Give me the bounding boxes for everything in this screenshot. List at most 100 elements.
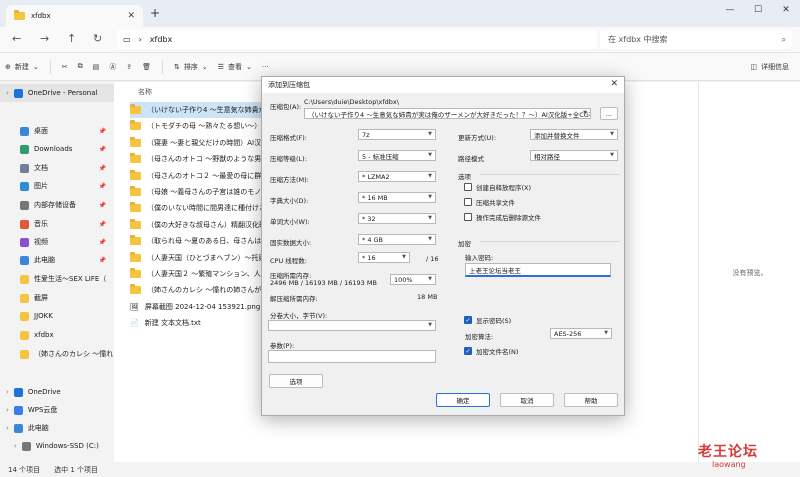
dictionary-value: * 16 MB — [362, 193, 388, 202]
chevron-right-icon[interactable]: › — [6, 388, 9, 396]
ok-button[interactable]: 确定 — [436, 393, 490, 407]
update-mode-select[interactable]: 添加并替换文件 ▼ — [530, 129, 618, 140]
breadcrumb[interactable]: xfdbx — [150, 35, 172, 44]
up-arrow-icon[interactable]: ↑ — [67, 32, 76, 45]
new-tab-button[interactable]: + — [150, 6, 160, 20]
close-window-button[interactable]: ✕ — [772, 0, 800, 20]
solid-size-select[interactable]: * 4 GB ▼ — [358, 234, 436, 245]
cancel-button[interactable]: 取消 — [500, 393, 554, 407]
sidebar-item-pictures[interactable]: 图片 📌 — [0, 177, 114, 195]
sidebar-item-videos[interactable]: 视频 📌 — [0, 233, 114, 251]
sidebar-item-wps-cloud[interactable]: › WPS云盘 — [0, 401, 114, 419]
tab-xfdbx[interactable]: xfdbx ✕ — [6, 5, 143, 27]
sidebar-item-label: OneDrive — [27, 388, 61, 396]
sidebar-item-this-pc-2[interactable]: › 此电脑 — [0, 419, 114, 437]
sidebar-item-folder-sex-life[interactable]: 性爱生活～SEX LIFE（ — [0, 270, 114, 288]
parameters-input[interactable] — [268, 350, 436, 363]
chevron-right-icon[interactable]: › — [6, 424, 9, 432]
file-name: （母さんのオトコ ～野獣のような男に — [147, 155, 269, 164]
help-button[interactable]: 帮助 — [564, 393, 618, 407]
sidebar-item-desktop[interactable]: 桌面 📌 — [0, 122, 114, 140]
dictionary-select[interactable]: * 16 MB ▼ — [358, 192, 436, 203]
browse-button[interactable]: ... — [600, 107, 618, 120]
details-button[interactable]: ◫ 详细信息 — [745, 57, 794, 77]
new-button[interactable]: ⊕ 新建 ⌄ — [0, 57, 44, 77]
shared-files-checkbox[interactable]: 压缩共享文件 — [464, 197, 515, 207]
maximize-button[interactable]: ☐ — [744, 0, 772, 20]
folder-icon — [20, 330, 29, 340]
sidebar-item-xfdbx[interactable]: xfdbx — [0, 326, 114, 344]
sidebar-item-label: 音乐 — [34, 220, 48, 228]
divider — [480, 174, 620, 175]
more-options-button[interactable]: ··· — [257, 57, 274, 77]
chevron-right-icon[interactable]: › — [6, 406, 9, 414]
sort-button[interactable]: ⇅ 排序 ⌄ — [169, 57, 213, 77]
options-button[interactable]: 选项 — [269, 374, 323, 388]
folder-icon — [14, 10, 25, 20]
sidebar-item-windows-ssd[interactable]: › Windows-SSD (C:) — [0, 437, 114, 455]
file-row[interactable]: （僕のいない時間に間男達に種付けさ — [130, 200, 280, 216]
split-size-select[interactable]: ▼ — [268, 320, 436, 331]
file-row[interactable]: （母さんのオトコ ～野獣のような男に — [130, 151, 280, 167]
rename-button[interactable]: Ⓐ — [104, 57, 121, 77]
back-arrow-icon[interactable]: ← — [12, 32, 21, 45]
file-row[interactable]: （取られ母 ～夏のある日、母さんは — [130, 233, 280, 249]
file-row[interactable]: （トモダチの母 ～熟々たる想い～）AI — [130, 118, 280, 134]
refresh-icon[interactable]: ↻ — [93, 32, 102, 45]
chevron-right-icon[interactable]: › — [14, 442, 17, 450]
archive-name-field[interactable]: （いけない子作り4 ～生意気な姉貴が実は俺のザーメンが大好きだった！？～）AI汉… — [304, 108, 591, 119]
cut-button[interactable]: ✂ — [57, 57, 73, 77]
method-select[interactable]: * LZMA2 ▼ — [358, 171, 436, 182]
format-select[interactable]: 7z ▼ — [358, 129, 436, 140]
sidebar-item-onedrive[interactable]: › OneDrive — [0, 383, 114, 401]
memory-percent-select[interactable]: 100% ▼ — [390, 274, 436, 285]
encrypt-names-checkbox[interactable]: ✓ 加密文件名(N) — [464, 346, 518, 356]
sidebar-item-music[interactable]: 音乐 📌 — [0, 215, 114, 233]
share-button[interactable]: ⇪ — [121, 57, 137, 77]
sidebar-item-label: （姉さんのカレシ ～憧れ — [34, 350, 114, 358]
sidebar-item-onedrive-personal[interactable]: › OneDrive - Personal — [0, 84, 114, 102]
file-row[interactable]: （人妻天国２ ～繁殖マンション、人妻 — [130, 266, 280, 282]
file-row[interactable]: （人妻天国（ひとづまヘブン）～托卵 — [130, 250, 280, 266]
level-select[interactable]: 5 - 标准压缩 ▼ — [358, 150, 436, 161]
sidebar-item-internal-storage[interactable]: 内部存储设备 📌 — [0, 196, 114, 214]
sfx-checkbox[interactable]: 创建自释放程序(X) — [464, 182, 531, 192]
word-size-select[interactable]: * 32 ▼ — [358, 213, 436, 224]
delete-button[interactable]: 🗑 — [137, 57, 156, 77]
copy-button[interactable]: ⧉ — [73, 57, 88, 77]
file-row[interactable]: （母さんのオトコ２ ～最愛の母に群が — [130, 168, 280, 184]
delete-after-checkbox[interactable]: 操作完成后删除源文件 — [464, 212, 541, 222]
sidebar-item-downloads[interactable]: Downloads 📌 — [0, 140, 114, 158]
view-button[interactable]: ☰ 查看 ⌄ — [213, 57, 257, 77]
column-header-name[interactable]: 名称 — [138, 87, 152, 97]
file-row[interactable]: 🖼 屏幕截图 2024-12-04 153921.png — [130, 299, 280, 315]
encryption-method-select[interactable]: AES-256 ▼ — [550, 328, 612, 339]
search-placeholder: 在 xfdbx 中搜索 — [608, 35, 668, 44]
password-input[interactable]: 上老王论坛当老王 — [465, 263, 611, 277]
preview-pane: 没有预览。 — [698, 82, 800, 462]
sidebar-item-folder-kareshi[interactable]: （姉さんのカレシ ～憧れ — [0, 345, 114, 363]
dialog-close-icon[interactable]: ✕ — [610, 79, 618, 89]
forward-arrow-icon[interactable]: → — [40, 32, 49, 45]
tab-close-icon[interactable]: ✕ — [127, 11, 135, 21]
pin-icon: 📌 — [98, 127, 106, 135]
path-mode-select[interactable]: 相对路径 ▼ — [530, 150, 618, 161]
file-row[interactable]: （母娘 ～義母さんの子宮は誰のモノ？ — [130, 184, 280, 200]
new-label: 新建 — [14, 62, 29, 71]
address-bar[interactable]: ▭ › xfdbx — [117, 30, 597, 49]
sidebar-item-screenshots[interactable]: 截屏 — [0, 289, 114, 307]
file-row[interactable]: （いけない子作り4 ～生意気な姉貴が — [130, 102, 280, 118]
paste-button[interactable]: ▤ — [88, 57, 105, 77]
file-row[interactable]: （寝妻 ～妻と親父だけの時間）AI汉化 — [130, 135, 280, 151]
file-row[interactable]: （僕の大好きな叔母さん）精翻汉化破 — [130, 217, 280, 233]
threads-select[interactable]: * 16 ▼ — [358, 252, 410, 263]
file-row[interactable]: 📄 新建 文本文档.txt — [130, 315, 280, 331]
minimize-button[interactable]: — — [716, 0, 744, 20]
sidebar-item-jjokk[interactable]: JJOKK — [0, 307, 114, 325]
sidebar-item-documents[interactable]: 文档 📌 — [0, 159, 114, 177]
sidebar-item-this-pc[interactable]: 此电脑 📌 — [0, 251, 114, 269]
chevron-right-icon[interactable]: › — [6, 89, 9, 97]
file-row[interactable]: （姉さんのカレシ ～憧れの姉さんが — [130, 282, 280, 298]
show-password-checkbox[interactable]: ✓ 显示密码(S) — [464, 315, 511, 325]
search-input[interactable]: 在 xfdbx 中搜索 ⌕ — [600, 30, 792, 49]
